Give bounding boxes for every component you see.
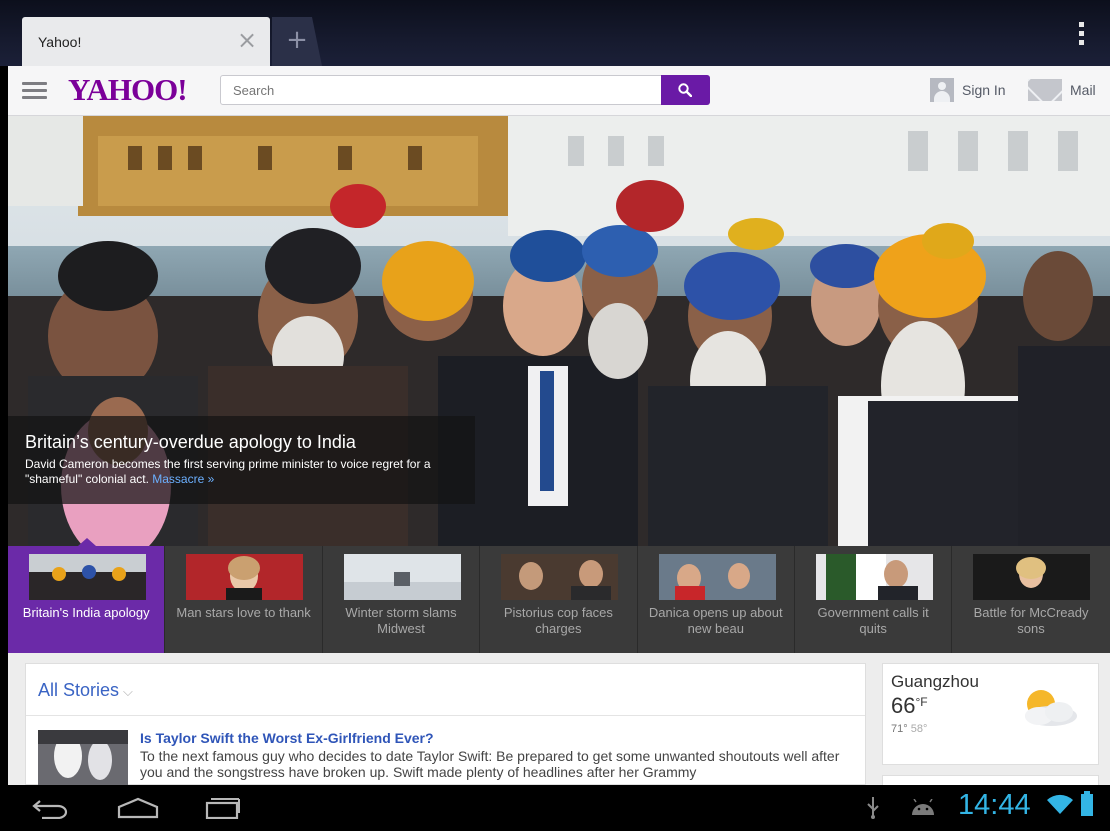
usb-icon xyxy=(867,797,879,819)
carousel-label: Government calls it quits xyxy=(817,605,929,636)
search-button[interactable] xyxy=(661,75,710,105)
weather-widget[interactable]: Guangzhou 66°F 71° 58° xyxy=(882,663,1099,765)
site-header: YAHOO! Sign In Mail xyxy=(8,66,1110,116)
search-icon xyxy=(678,83,692,97)
carousel-thumbnail xyxy=(658,554,776,600)
carousel-label: Danica opens up about new beau xyxy=(648,605,783,636)
carousel-item[interactable]: Britain's India apology xyxy=(8,538,166,653)
carousel-label: Winter storm slams Midwest xyxy=(345,605,457,636)
back-icon[interactable] xyxy=(32,797,70,819)
weather-temp-value: 66 xyxy=(891,693,916,718)
carousel-thumbnail xyxy=(501,554,619,600)
wifi-icon xyxy=(1047,794,1073,814)
chevron-down-icon: ⌵ xyxy=(123,684,133,699)
carousel-item[interactable]: Battle for McCready sons xyxy=(952,546,1110,653)
carousel-thumbnail xyxy=(815,554,933,600)
story-snippet: To the next famous guy who decides to da… xyxy=(140,748,840,780)
android-icon xyxy=(912,799,934,815)
weather-high: 71° xyxy=(891,723,908,735)
story-thumbnail xyxy=(38,730,128,785)
browser-tab[interactable]: Yahoo! × xyxy=(22,17,270,66)
hamburger-menu-icon[interactable] xyxy=(22,82,47,100)
recents-icon[interactable] xyxy=(205,797,241,819)
browser-tab-strip: Yahoo! × + xyxy=(0,0,1110,66)
tablet-screen: Yahoo! × + YAHOO! Sign In Mail xyxy=(0,0,1110,831)
home-icon[interactable] xyxy=(117,797,159,819)
overflow-menu-icon[interactable] xyxy=(1078,22,1086,48)
active-pointer xyxy=(78,538,96,546)
carousel-label: Man stars love to thank xyxy=(176,605,311,620)
carousel-thumbnail xyxy=(343,554,461,600)
mail-icon xyxy=(1028,79,1062,101)
main-content: All Stories ⌵ Is Taylor Swift the Worst E… xyxy=(8,653,1110,795)
battery-icon xyxy=(1081,791,1093,816)
carousel-label: Britain's India apology xyxy=(22,605,150,620)
carousel-item[interactable]: Winter storm slams Midwest xyxy=(322,546,481,653)
hero-summary: David Cameron becomes the first serving … xyxy=(25,457,455,487)
carousel-item[interactable]: Man stars love to thank xyxy=(165,546,323,653)
partly-cloudy-icon xyxy=(1025,690,1077,726)
carousel-item[interactable]: Government calls it quits xyxy=(794,546,953,653)
search-box xyxy=(220,75,710,105)
system-nav-bar: 14:44 xyxy=(0,785,1110,831)
close-icon[interactable]: × xyxy=(236,28,258,52)
stories-panel: All Stories ⌵ Is Taylor Swift the Worst E… xyxy=(25,663,866,785)
stories-header[interactable]: All Stories ⌵ xyxy=(26,664,865,716)
carousel-label: Pistorius cop faces charges xyxy=(503,605,613,636)
carousel-thumbnail xyxy=(186,554,304,600)
tab-title: Yahoo! xyxy=(38,34,82,50)
search-input[interactable] xyxy=(221,76,661,104)
status-clock: 14:44 xyxy=(958,789,1031,821)
sign-in-label: Sign In xyxy=(962,82,1006,98)
user-icon xyxy=(930,78,954,102)
hero-headline[interactable]: Britain’s century-overdue apology to Ind… xyxy=(25,432,475,453)
plus-icon[interactable]: + xyxy=(272,17,322,66)
carousel-item[interactable]: Pistorius cop faces charges xyxy=(480,546,638,653)
news-carousel: Britain's India apology Man stars love t… xyxy=(8,538,1110,653)
sign-in-link[interactable]: Sign In xyxy=(930,77,1006,103)
story-title[interactable]: Is Taylor Swift the Worst Ex-Girlfriend … xyxy=(140,730,434,746)
stories-heading: All Stories xyxy=(38,680,120,700)
carousel-thumbnail xyxy=(29,554,146,600)
hero-story[interactable]: Britain’s century-overdue apology to Ind… xyxy=(8,116,1110,546)
mail-link[interactable]: Mail xyxy=(1028,78,1096,102)
hero-caption: Britain’s century-overdue apology to Ind… xyxy=(8,416,475,504)
hero-link[interactable]: Massacre » xyxy=(152,472,214,486)
carousel-label: Battle for McCready sons xyxy=(973,605,1089,636)
carousel-thumbnail xyxy=(973,554,1091,600)
carousel-item[interactable]: Danica opens up about new beau xyxy=(637,546,795,653)
weather-unit: °F xyxy=(915,695,928,709)
hero-summary-text: David Cameron becomes the first serving … xyxy=(25,457,431,486)
yahoo-logo[interactable]: YAHOO! xyxy=(68,72,188,108)
mail-label: Mail xyxy=(1070,82,1096,98)
weather-low: 58° xyxy=(910,723,928,735)
